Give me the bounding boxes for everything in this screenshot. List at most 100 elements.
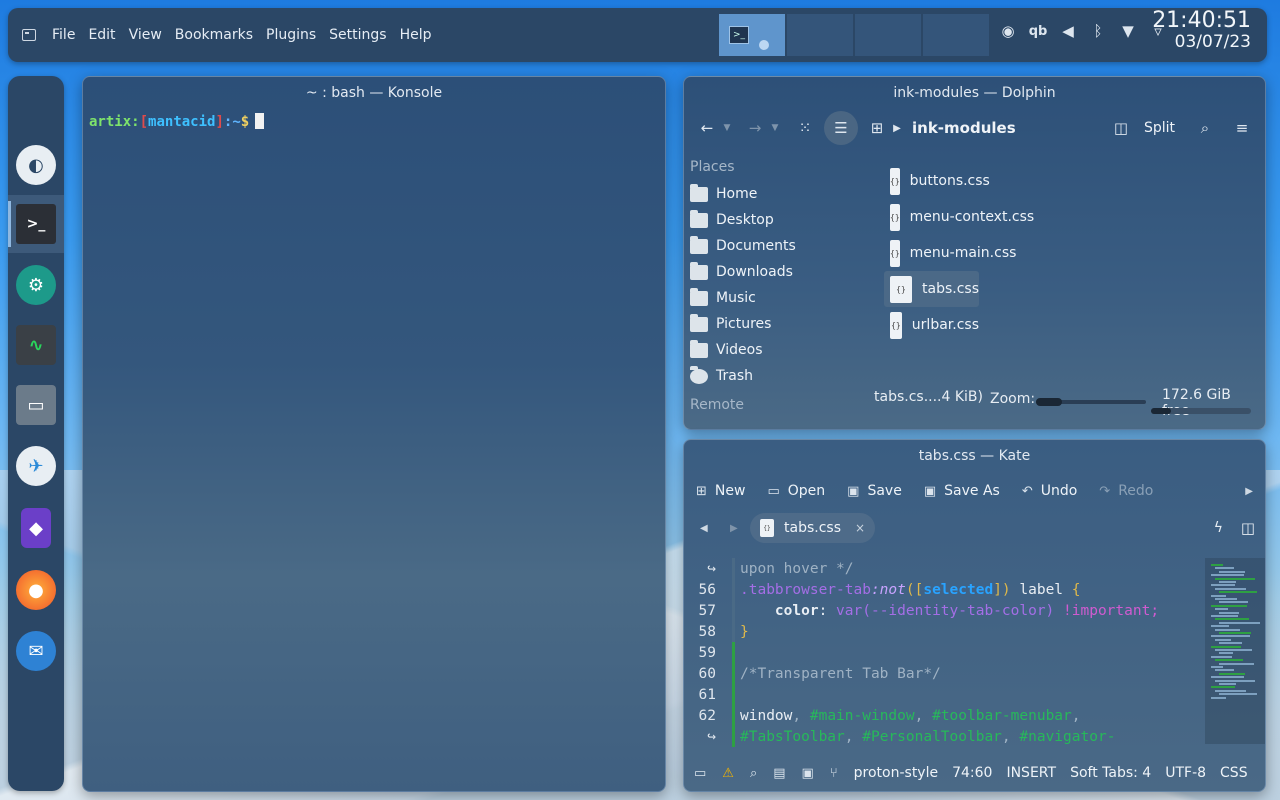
cursor-position[interactable]: 74:60 xyxy=(952,765,992,781)
tab-tabs-css[interactable]: {} tabs.css × xyxy=(750,513,876,543)
place-trash[interactable]: Trash xyxy=(690,363,870,389)
place-downloads[interactable]: Downloads xyxy=(690,259,870,285)
tab-scroll-right-icon[interactable]: ▶ xyxy=(730,523,738,534)
file-item[interactable]: {} menu-main.css xyxy=(884,235,1016,271)
code-line[interactable]: 61 xyxy=(684,684,1265,705)
place-videos[interactable]: Videos xyxy=(690,337,870,363)
terminal-icon[interactable]: ▣ xyxy=(802,766,814,781)
menu-bookmarks[interactable]: Bookmarks xyxy=(175,27,253,43)
code-line[interactable]: 56 .tabbrowser-tab:not([selected]) label … xyxy=(684,579,1265,600)
menu-settings[interactable]: Settings xyxy=(329,27,386,43)
open-button[interactable]: ▭ Open xyxy=(767,483,825,499)
place-documents[interactable]: Documents xyxy=(690,233,870,259)
dock-item-settings[interactable]: ⚙ xyxy=(8,256,64,314)
details-view-icon[interactable]: ☰ xyxy=(824,111,858,145)
indentation-setting[interactable]: Soft Tabs: 4 xyxy=(1070,765,1151,781)
tree-view-icon[interactable]: ⊞ xyxy=(864,119,890,137)
document-icon[interactable]: ▤ xyxy=(773,766,785,781)
code-line[interactable]: 60 /*Transparent Tab Bar*/ xyxy=(684,663,1265,684)
hamburger-menu-icon[interactable]: ≡ xyxy=(1229,119,1255,137)
dolphin-titlebar[interactable]: ink-modules — Dolphin xyxy=(684,77,1265,109)
search-icon[interactable]: ⌕ xyxy=(750,766,757,781)
menu-help[interactable]: Help xyxy=(400,27,432,43)
back-dropdown-icon[interactable]: ▼ xyxy=(720,123,734,133)
dock-item-thunderbird[interactable]: ✉ xyxy=(8,622,64,680)
volume-icon[interactable]: ◀ xyxy=(1058,22,1078,40)
git-branch-icon[interactable]: ⑂ xyxy=(830,766,838,781)
comment-icon[interactable]: ▭ xyxy=(694,766,706,781)
eye-icon[interactable]: ◉ xyxy=(998,22,1018,40)
place-pictures[interactable]: Pictures xyxy=(690,311,870,337)
forward-icon[interactable]: → xyxy=(742,119,768,137)
terminal-area[interactable]: artix:[mantacid]:~$ xyxy=(83,109,665,134)
dock-item-system-monitor[interactable]: ∿ xyxy=(8,316,64,374)
dock-item-terminal[interactable]: >_ xyxy=(8,195,64,253)
syntax-mode[interactable]: CSS xyxy=(1220,765,1248,781)
qbittorrent-icon[interactable]: qb xyxy=(1028,24,1048,39)
desktop-3[interactable] xyxy=(855,14,921,56)
files-icon: ▭ xyxy=(16,385,56,425)
kate-window: tabs.css — Kate ⊞ New ▭ Open ▣ Save ▣ Save A… xyxy=(683,439,1266,792)
code-line[interactable]: 57 color: var(--identity-tab-color) !imp… xyxy=(684,600,1265,621)
code-line[interactable]: 59 xyxy=(684,642,1265,663)
dock-item-obsidian[interactable]: ◆ xyxy=(8,499,64,557)
code-line[interactable]: 62 window, #main-window, #toolbar-menubar… xyxy=(684,705,1265,726)
save-button[interactable]: ▣ Save xyxy=(847,483,902,499)
dock-item-files[interactable]: ▭ xyxy=(8,376,64,434)
menu-plugins[interactable]: Plugins xyxy=(266,27,316,43)
breadcrumb-current[interactable]: ink-modules xyxy=(912,119,1016,137)
code-line[interactable]: ↪ #TabsToolbar, #PersonalToolbar, #naviga… xyxy=(684,726,1265,747)
save-as-button[interactable]: ▣ Save As xyxy=(924,483,1000,499)
git-branch-label[interactable]: proton-style xyxy=(854,765,938,781)
desktop-2[interactable] xyxy=(787,14,853,56)
wifi-icon[interactable]: ▼ xyxy=(1118,22,1138,40)
split-view-icon[interactable]: ◫ xyxy=(1241,519,1255,537)
window-menu-icon[interactable] xyxy=(22,29,36,41)
place-home[interactable]: Home xyxy=(690,181,870,207)
back-icon[interactable]: ← xyxy=(694,119,720,137)
minimap-line xyxy=(1215,679,1255,682)
kate-titlebar[interactable]: tabs.css — Kate xyxy=(684,440,1265,472)
menu-file[interactable]: File xyxy=(52,27,75,43)
menu-edit[interactable]: Edit xyxy=(88,27,115,43)
desktop-4[interactable] xyxy=(923,14,989,56)
redo-button[interactable]: ↷ Redo xyxy=(1099,483,1153,499)
tab-close-icon[interactable]: × xyxy=(855,521,865,535)
new-button[interactable]: ⊞ New xyxy=(696,483,745,499)
split-button[interactable]: Split xyxy=(1144,120,1175,136)
konsole-titlebar[interactable]: ~ : bash — Konsole xyxy=(83,77,665,109)
toolbar-overflow-icon[interactable]: ▶ xyxy=(1245,486,1253,497)
warning-icon[interactable]: ⚠ xyxy=(722,766,734,781)
forward-dropdown-icon[interactable]: ▼ xyxy=(768,123,782,133)
dock-item-firefox[interactable]: ● xyxy=(8,561,64,619)
tab-scroll-left-icon[interactable]: ◀ xyxy=(700,523,708,534)
videos-folder-icon xyxy=(690,339,708,358)
code-line[interactable]: ↪ upon hover */ xyxy=(684,558,1265,579)
place-desktop[interactable]: Desktop xyxy=(690,207,870,233)
place-label: Documents xyxy=(716,238,796,254)
desktop-1[interactable]: >_ xyxy=(719,14,785,56)
dock-item-fedora[interactable]: ◐ xyxy=(8,136,64,194)
file-item[interactable]: {} buttons.css xyxy=(884,163,990,199)
place-label: Music xyxy=(716,290,756,306)
search-icon[interactable]: ⌕ xyxy=(1192,119,1218,137)
code-minimap[interactable] xyxy=(1205,558,1265,744)
encoding[interactable]: UTF-8 xyxy=(1165,765,1206,781)
code-line[interactable]: 58} xyxy=(684,621,1265,642)
change-marker xyxy=(732,600,735,621)
undo-button[interactable]: ↶ Undo xyxy=(1022,483,1077,499)
file-item[interactable]: {} menu-context.css xyxy=(884,199,1034,235)
code-editor[interactable]: ↪ upon hover */ 56 .tabbrowser-tab:not([sel… xyxy=(684,558,1265,747)
dock-item-kdeconnect[interactable]: ✈ xyxy=(8,437,64,495)
lightning-icon[interactable]: ϟ xyxy=(1214,520,1223,536)
bluetooth-icon[interactable]: ᛒ xyxy=(1088,22,1108,40)
digital-clock[interactable]: 21:40:51 03/07/23 xyxy=(1152,10,1251,51)
file-item[interactable]: {} urlbar.css xyxy=(884,307,979,343)
place-music[interactable]: Music xyxy=(690,285,870,311)
file-item-selected[interactable]: {} tabs.css xyxy=(884,271,979,307)
input-mode[interactable]: INSERT xyxy=(1006,765,1056,781)
split-icon[interactable]: ◫ xyxy=(1108,119,1134,137)
zoom-slider-handle[interactable] xyxy=(1036,398,1062,406)
menu-view[interactable]: View xyxy=(129,27,162,43)
icons-view-icon[interactable]: ⁙ xyxy=(792,119,818,137)
